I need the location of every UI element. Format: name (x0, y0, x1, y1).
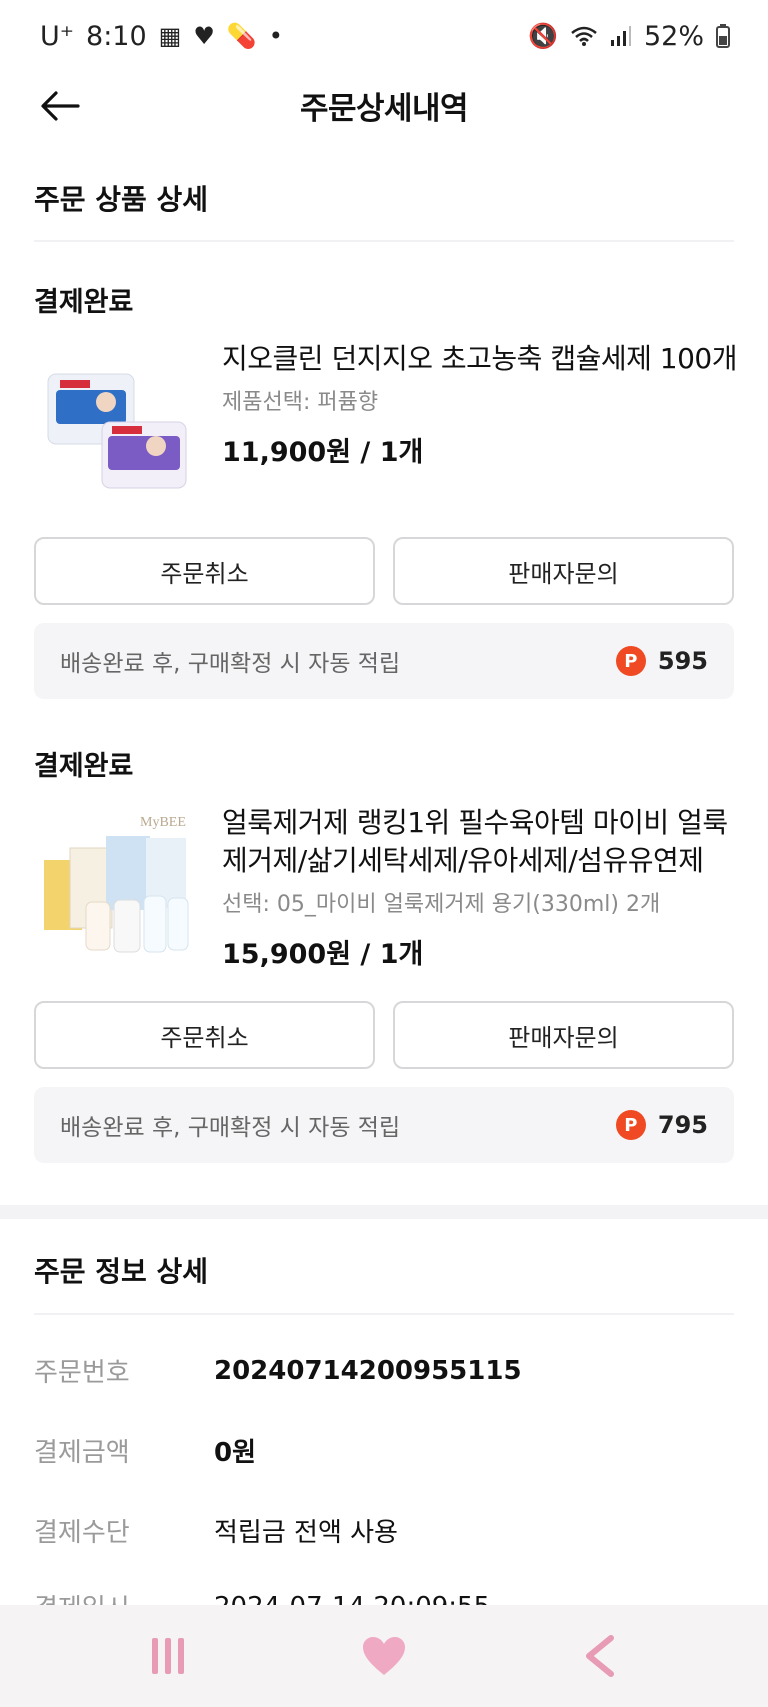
chevron-left-icon (586, 1635, 614, 1677)
section-separator (0, 1205, 768, 1219)
pill-notification-icon: 💊 (226, 22, 257, 50)
recent-apps-icon (152, 1638, 184, 1674)
order-number-row: 주문번호 20240714200955115 (34, 1352, 734, 1389)
product-image (47, 373, 187, 489)
product-price: 11,900원 / 1개 (222, 437, 424, 468)
seller-inquiry-button[interactable]: 판매자문의 (393, 1001, 734, 1069)
product-item[interactable]: 지오클린 던지지오 초고농축 캡슐세제 100개 제품선택: 퍼퓸향 11,90… (34, 340, 737, 520)
payment-method-value: 적립금 전액 사용 (214, 1518, 398, 1548)
arrow-left-icon (41, 91, 80, 121)
clock: 8:10 (86, 20, 147, 52)
product-option: 선택: 05_마이비 얼룩제거제 용기(330ml) 2개 (222, 892, 661, 917)
system-nav-bar (0, 1605, 768, 1707)
point-notice: 배송완료 후, 구매확정 시 자동 적립 P 795 (34, 1087, 734, 1163)
section-divider (34, 240, 734, 242)
order-status: 결제완료 (34, 751, 134, 782)
app-header: 주문상세내역 (0, 72, 768, 138)
seller-inquiry-button[interactable]: 판매자문의 (393, 537, 734, 605)
point-note: 배송완료 후, 구매확정 시 자동 적립 (60, 651, 401, 677)
info-label: 결제금액 (34, 1438, 130, 1468)
point-notice: 배송완료 후, 구매확정 시 자동 적립 P 595 (34, 623, 734, 699)
page-title: 주문상세내역 (299, 90, 469, 127)
point-badge-icon: P (615, 1110, 646, 1140)
battery-level: 52% (643, 20, 704, 52)
signal-icon (610, 26, 631, 46)
cancel-order-button[interactable]: 주문취소 (34, 537, 375, 605)
info-label: 결제수단 (34, 1518, 130, 1548)
status-bar: U⁺ 8:10 ▦ ♥ 💊 • 🔇 52% (0, 0, 768, 72)
product-item[interactable]: MyBEE 얼룩제거제 랭킹1위 필수육아템 마이비 얼룩제거제/삶기세탁세제/… (34, 804, 734, 984)
point-note: 배송완료 후, 구매확정 시 자동 적립 (60, 1115, 401, 1141)
product-name[interactable]: 얼룩제거제 랭킹1위 필수육아템 마이비 얼룩제거제/삶기세탁세제/유아세제/섬… (222, 804, 742, 880)
home-button[interactable] (344, 1621, 424, 1691)
order-status: 결제완료 (34, 287, 134, 318)
point-amount: 795 (657, 1111, 708, 1139)
action-buttons: 주문취소 판매자문의 (34, 1001, 734, 1069)
point-badge-icon: P (615, 646, 646, 676)
more-notifications-icon: • (268, 22, 283, 50)
action-buttons: 주문취소 판매자문의 (34, 537, 734, 605)
info-label: 주문번호 (34, 1358, 130, 1388)
wifi-icon (571, 26, 597, 46)
section-divider (34, 1313, 734, 1315)
heart-notification-icon: ♥ (193, 22, 215, 50)
point-amount-group: P 595 (615, 646, 708, 676)
grid-notification-icon: ▦ (158, 22, 182, 50)
recent-apps-button[interactable] (128, 1621, 208, 1691)
mute-icon: 🔇 (528, 22, 558, 50)
back-button[interactable] (36, 82, 84, 130)
order-number-value: 20240714200955115 (214, 1355, 522, 1386)
product-image: MyBEE (44, 815, 189, 953)
carrier-label: U⁺ (40, 20, 75, 52)
heart-home-icon (363, 1637, 405, 1675)
svg-text:MyBEE: MyBEE (140, 815, 186, 830)
back-nav-button[interactable] (560, 1621, 640, 1691)
payment-amount-value: 0원 (214, 1438, 257, 1468)
payment-method-row: 결제수단 적립금 전액 사용 (34, 1512, 734, 1549)
payment-amount-row: 결제금액 0원 (34, 1432, 734, 1469)
product-price: 15,900원 / 1개 (222, 939, 424, 970)
point-amount-group: P 795 (615, 1110, 708, 1140)
order-info-title: 주문 정보 상세 (34, 1255, 209, 1288)
battery-icon (716, 24, 730, 48)
point-amount: 595 (657, 647, 708, 675)
product-name[interactable]: 지오클린 던지지오 초고농축 캡슐세제 100개 (222, 340, 742, 378)
order-products-title: 주문 상품 상세 (34, 183, 209, 216)
cancel-order-button[interactable]: 주문취소 (34, 1001, 375, 1069)
product-option: 제품선택: 퍼퓸향 (222, 390, 379, 415)
